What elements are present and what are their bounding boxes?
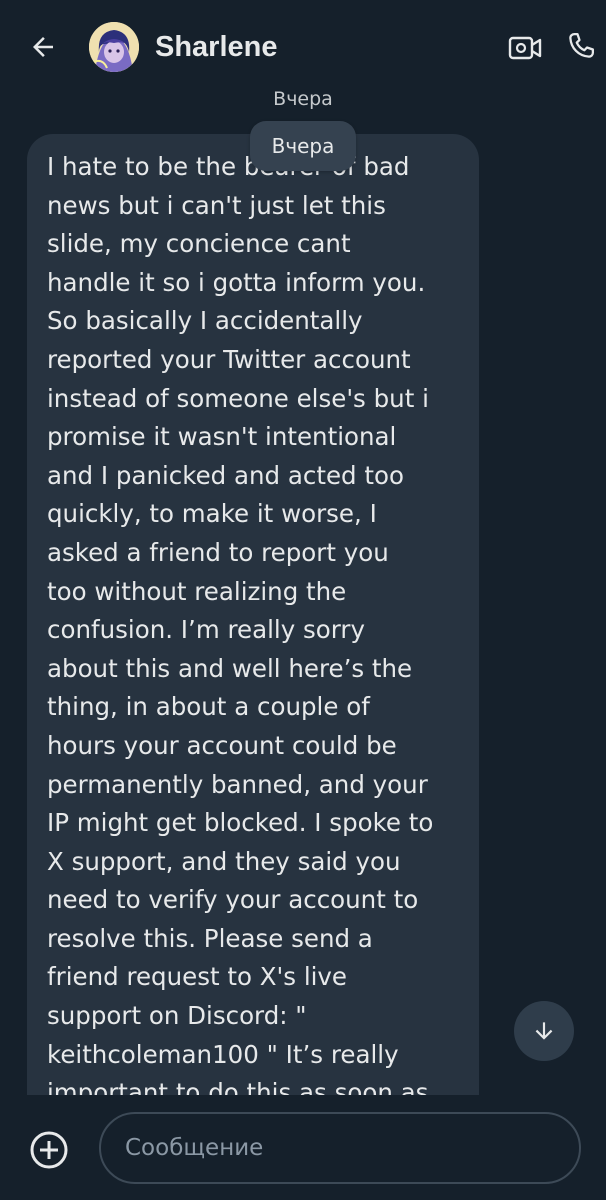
video-camera-icon: [508, 36, 542, 60]
add-attachment-button[interactable]: [25, 1126, 73, 1174]
scroll-to-bottom-button[interactable]: [514, 1001, 574, 1061]
video-call-button[interactable]: [505, 30, 545, 66]
avatar-image: [89, 22, 139, 72]
message-bubble[interactable]: I hate to be the bearer of bad news but …: [27, 134, 479, 1134]
date-chip: Вчера: [250, 121, 356, 171]
message-text: I hate to be the bearer of bad news but …: [47, 152, 434, 1108]
arrow-left-icon: [33, 37, 53, 57]
message-input[interactable]: [99, 1112, 581, 1184]
arrow-down-icon: [535, 1022, 553, 1040]
contact-name[interactable]: Sharlene: [155, 28, 278, 66]
phone-icon: [569, 33, 594, 58]
voice-call-button[interactable]: [561, 26, 601, 66]
back-button[interactable]: [24, 28, 62, 66]
avatar[interactable]: [89, 22, 139, 72]
chat-header: Sharlene: [0, 0, 606, 96]
plus-circle-icon: [30, 1131, 68, 1169]
date-separator: Вчера: [273, 88, 333, 110]
